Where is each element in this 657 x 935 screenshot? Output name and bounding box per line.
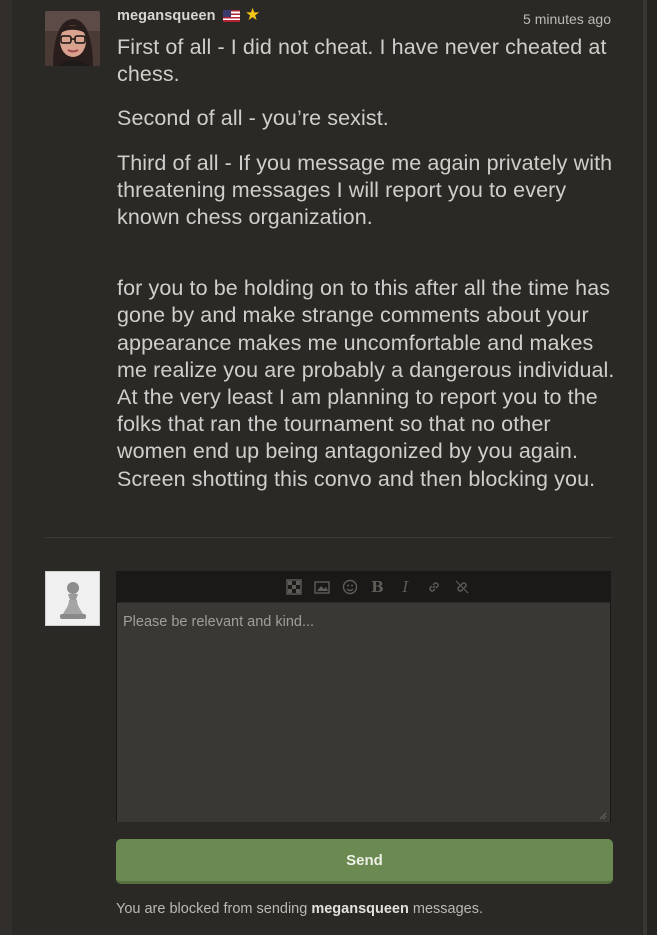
message-paragraph: for you to be holding on to this after a… <box>117 276 615 491</box>
blocked-username[interactable]: megansqueen <box>311 901 409 917</box>
bold-icon[interactable]: B <box>369 578 386 596</box>
message-paragraph: First of all - I did not cheat. I have n… <box>117 35 607 87</box>
send-button[interactable]: Send <box>116 839 613 884</box>
image-icon[interactable] <box>313 579 330 596</box>
user-avatar[interactable] <box>45 11 100 66</box>
reply-textarea[interactable]: Please be relevant and kind... <box>117 602 610 822</box>
page: megansqueen ★ 5 minutes ago First of all… <box>0 0 657 935</box>
unlink-icon[interactable] <box>453 579 470 596</box>
left-edge <box>0 0 12 935</box>
message-paragraph: Third of all - If you message me again p… <box>117 150 613 230</box>
editor-toolbar: B I <box>117 572 610 602</box>
link-icon[interactable] <box>425 579 442 596</box>
pawn-avatar <box>45 571 100 626</box>
resize-handle-icon[interactable] <box>599 812 607 820</box>
divider <box>45 537 613 538</box>
blocked-notice: You are blocked from sending megansqueen… <box>116 901 483 917</box>
scrollbar[interactable] <box>643 0 657 935</box>
us-flag-icon <box>223 10 240 22</box>
emoji-icon[interactable] <box>341 579 358 596</box>
italic-icon[interactable]: I <box>397 578 414 596</box>
blocked-suffix: messages. <box>412 901 483 917</box>
message-body: First of all - I did not cheat. I have n… <box>117 34 617 510</box>
textarea-placeholder: Please be relevant and kind... <box>123 614 315 630</box>
username[interactable]: megansqueen <box>117 8 216 24</box>
timestamp: 5 minutes ago <box>523 11 611 27</box>
message-paragraph: Second of all - you’re sexist. <box>117 106 389 131</box>
blocked-prefix: You are blocked from sending <box>116 901 308 917</box>
message-meta: megansqueen ★ 5 minutes ago <box>117 5 613 28</box>
reply-editor: B I Please be relevant and kind... <box>116 571 611 822</box>
chessboard-icon[interactable] <box>285 579 302 596</box>
star-icon: ★ <box>245 5 261 24</box>
